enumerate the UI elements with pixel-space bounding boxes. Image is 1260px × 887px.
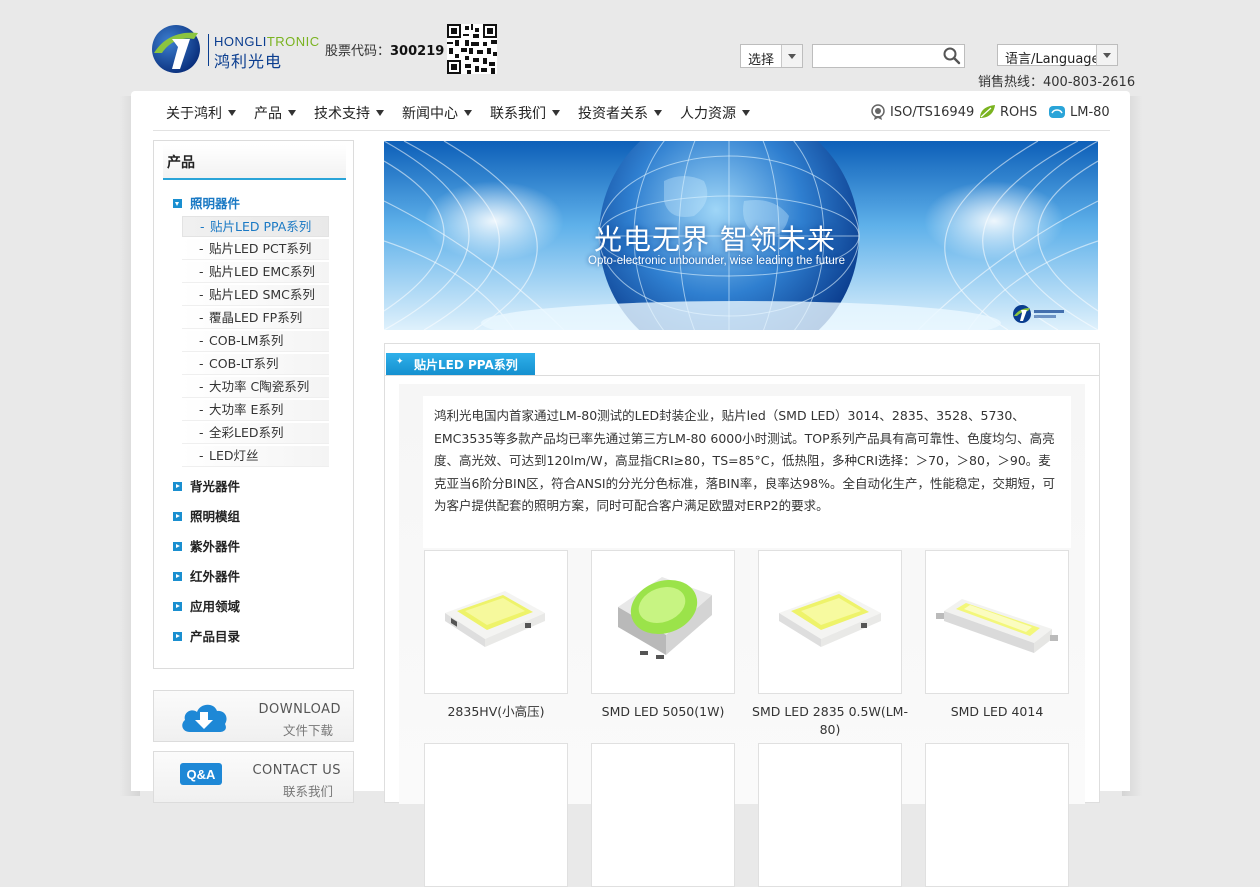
product-name-2835[interactable]: SMD LED 2835 0.5W(LM-80) bbox=[750, 703, 910, 739]
smd-led-5050-image bbox=[618, 577, 712, 659]
product-card[interactable] bbox=[758, 743, 902, 887]
product-card[interactable] bbox=[925, 743, 1069, 887]
sidebar-subitem-pct[interactable]: 贴片LED PCT系列 bbox=[182, 239, 329, 260]
search-category-value: 选择 bbox=[748, 53, 775, 68]
caret-down-icon bbox=[654, 110, 662, 116]
product-card-5050[interactable] bbox=[591, 550, 735, 694]
product-name-5050[interactable]: SMD LED 5050(1W) bbox=[583, 703, 743, 721]
search-category-select[interactable]: 选择 bbox=[740, 44, 803, 68]
download-box[interactable]: DOWNLOAD 文件下载 bbox=[153, 690, 354, 742]
caret-down-icon bbox=[742, 110, 750, 116]
contact-box[interactable]: Q&A CONTACT US 联系我们 bbox=[153, 751, 354, 803]
product-card[interactable] bbox=[424, 743, 568, 887]
logo-divider bbox=[208, 34, 209, 66]
banner-logo bbox=[1013, 305, 1064, 323]
banner-subtitle: Opto-electronic unbounder, wise leading … bbox=[588, 255, 845, 267]
sidebar-subitem-high-power-c[interactable]: 大功率 C陶瓷系列 bbox=[182, 377, 329, 398]
chevron-down-icon bbox=[1096, 45, 1117, 65]
qa-icon: Q&A bbox=[180, 763, 222, 785]
tab-ppa-series[interactable]: ✦ 贴片LED PPA系列 bbox=[386, 353, 535, 375]
qr-code-icon bbox=[447, 24, 497, 74]
download-box-title: DOWNLOAD bbox=[258, 702, 341, 717]
product-card-2835hv[interactable] bbox=[424, 550, 568, 694]
expand-icon bbox=[173, 572, 182, 581]
chevron-down-icon bbox=[781, 45, 802, 67]
tab-underline bbox=[385, 375, 1099, 376]
nav-divider bbox=[153, 130, 1110, 131]
cloud-download-icon bbox=[182, 704, 227, 732]
expand-icon bbox=[173, 542, 182, 551]
sidebar-category-ir[interactable]: 红外器件 bbox=[173, 566, 240, 585]
product-description: 鸿利光电国内首家通过LM-80测试的LED封装企业，贴片led（SMD LED）… bbox=[434, 408, 1055, 513]
banner-title: 光电无界 智领未来 bbox=[594, 223, 836, 256]
medal-icon bbox=[871, 104, 885, 120]
sidebar-title-underline bbox=[163, 178, 346, 180]
collapse-icon bbox=[173, 199, 182, 208]
company-logo[interactable] bbox=[150, 23, 202, 75]
caret-down-icon bbox=[464, 110, 472, 116]
caret-down-icon bbox=[376, 110, 384, 116]
sidebar-category-lighting[interactable]: 照明器件 bbox=[173, 193, 240, 212]
product-card-4014[interactable] bbox=[925, 550, 1069, 694]
nav-item-about[interactable]: 关于鸿利 bbox=[166, 103, 236, 123]
sidebar-subitem-filament[interactable]: LED灯丝 bbox=[182, 446, 329, 467]
leaf-icon bbox=[980, 105, 995, 118]
nav-item-contact[interactable]: 联系我们 bbox=[490, 103, 560, 123]
sidebar-category-uv[interactable]: 紫外器件 bbox=[173, 536, 240, 555]
nav-item-investors[interactable]: 投资者关系 bbox=[578, 103, 662, 123]
svg-text:Q&A: Q&A bbox=[187, 767, 217, 782]
sidebar-category-backlight[interactable]: 背光器件 bbox=[173, 476, 240, 495]
language-select[interactable]: 语言/Language bbox=[997, 44, 1118, 67]
lm80-badge-icon bbox=[1049, 106, 1065, 118]
cert-rohs[interactable]: ROHS bbox=[978, 104, 1037, 120]
nav-item-news[interactable]: 新闻中心 bbox=[402, 103, 472, 123]
sidebar-subitem-ppa[interactable]: 贴片LED PPA系列 bbox=[182, 216, 329, 237]
sidebar-subitem-cob-lm[interactable]: COB-LM系列 bbox=[182, 331, 329, 352]
sidebar-subitem-fp[interactable]: 覆晶LED FP系列 bbox=[182, 308, 329, 329]
cert-iso[interactable]: ISO/TS16949 bbox=[870, 104, 974, 120]
contact-box-title: CONTACT US bbox=[252, 763, 341, 778]
caret-down-icon bbox=[552, 110, 560, 116]
stock-code: 股票代码：300219 bbox=[325, 44, 445, 59]
star-icon: ✦ bbox=[396, 357, 404, 367]
nav-item-tech-support[interactable]: 技术支持 bbox=[314, 103, 384, 123]
search-icon[interactable] bbox=[942, 46, 962, 66]
sales-hotline: 销售热线：400-803-2616 bbox=[978, 75, 1136, 90]
sidebar-subitem-smc[interactable]: 贴片LED SMC系列 bbox=[182, 285, 329, 306]
logo-brand-name: HONGLITRONIC bbox=[214, 34, 320, 49]
expand-icon bbox=[173, 632, 182, 641]
main-nav: 关于鸿利 产品 技术支持 新闻中心 联系我们 投资者关系 人力资源 ISO/TS… bbox=[131, 93, 1130, 131]
expand-icon bbox=[173, 482, 182, 491]
smd-led-2835hv-image bbox=[445, 591, 545, 647]
cert-lm80[interactable]: LM-80 bbox=[1048, 104, 1110, 120]
sidebar-title: 产品 bbox=[167, 155, 195, 171]
download-box-subtitle: 文件下载 bbox=[282, 723, 333, 738]
nav-item-products[interactable]: 产品 bbox=[254, 103, 296, 123]
nav-item-hr[interactable]: 人力资源 bbox=[680, 103, 750, 123]
sidebar-subitem-full-color[interactable]: 全彩LED系列 bbox=[182, 423, 329, 444]
sidebar-subitem-cob-lt[interactable]: COB-LT系列 bbox=[182, 354, 329, 375]
expand-icon bbox=[173, 512, 182, 521]
product-name-4014[interactable]: SMD LED 4014 bbox=[917, 703, 1077, 721]
logo-brand-cn: 鸿利光电 bbox=[214, 54, 283, 71]
smd-led-4014-image bbox=[936, 599, 1058, 653]
smd-led-2835-image bbox=[779, 591, 881, 647]
caret-down-icon bbox=[228, 110, 236, 116]
sidebar-subitem-high-power-e[interactable]: 大功率 E系列 bbox=[182, 400, 329, 421]
language-value: 语言/Language bbox=[1005, 52, 1100, 67]
sidebar-category-applications[interactable]: 应用领域 bbox=[173, 596, 240, 615]
product-card-2835[interactable] bbox=[758, 550, 902, 694]
sidebar-category-catalog[interactable]: 产品目录 bbox=[173, 626, 240, 645]
caret-down-icon bbox=[288, 110, 296, 116]
product-card[interactable] bbox=[591, 743, 735, 887]
expand-icon bbox=[173, 602, 182, 611]
sidebar-subitem-emc[interactable]: 贴片LED EMC系列 bbox=[182, 262, 329, 283]
sidebar-category-lighting-module[interactable]: 照明模组 bbox=[173, 506, 240, 525]
product-name-2835hv[interactable]: 2835HV(小高压) bbox=[416, 703, 576, 721]
